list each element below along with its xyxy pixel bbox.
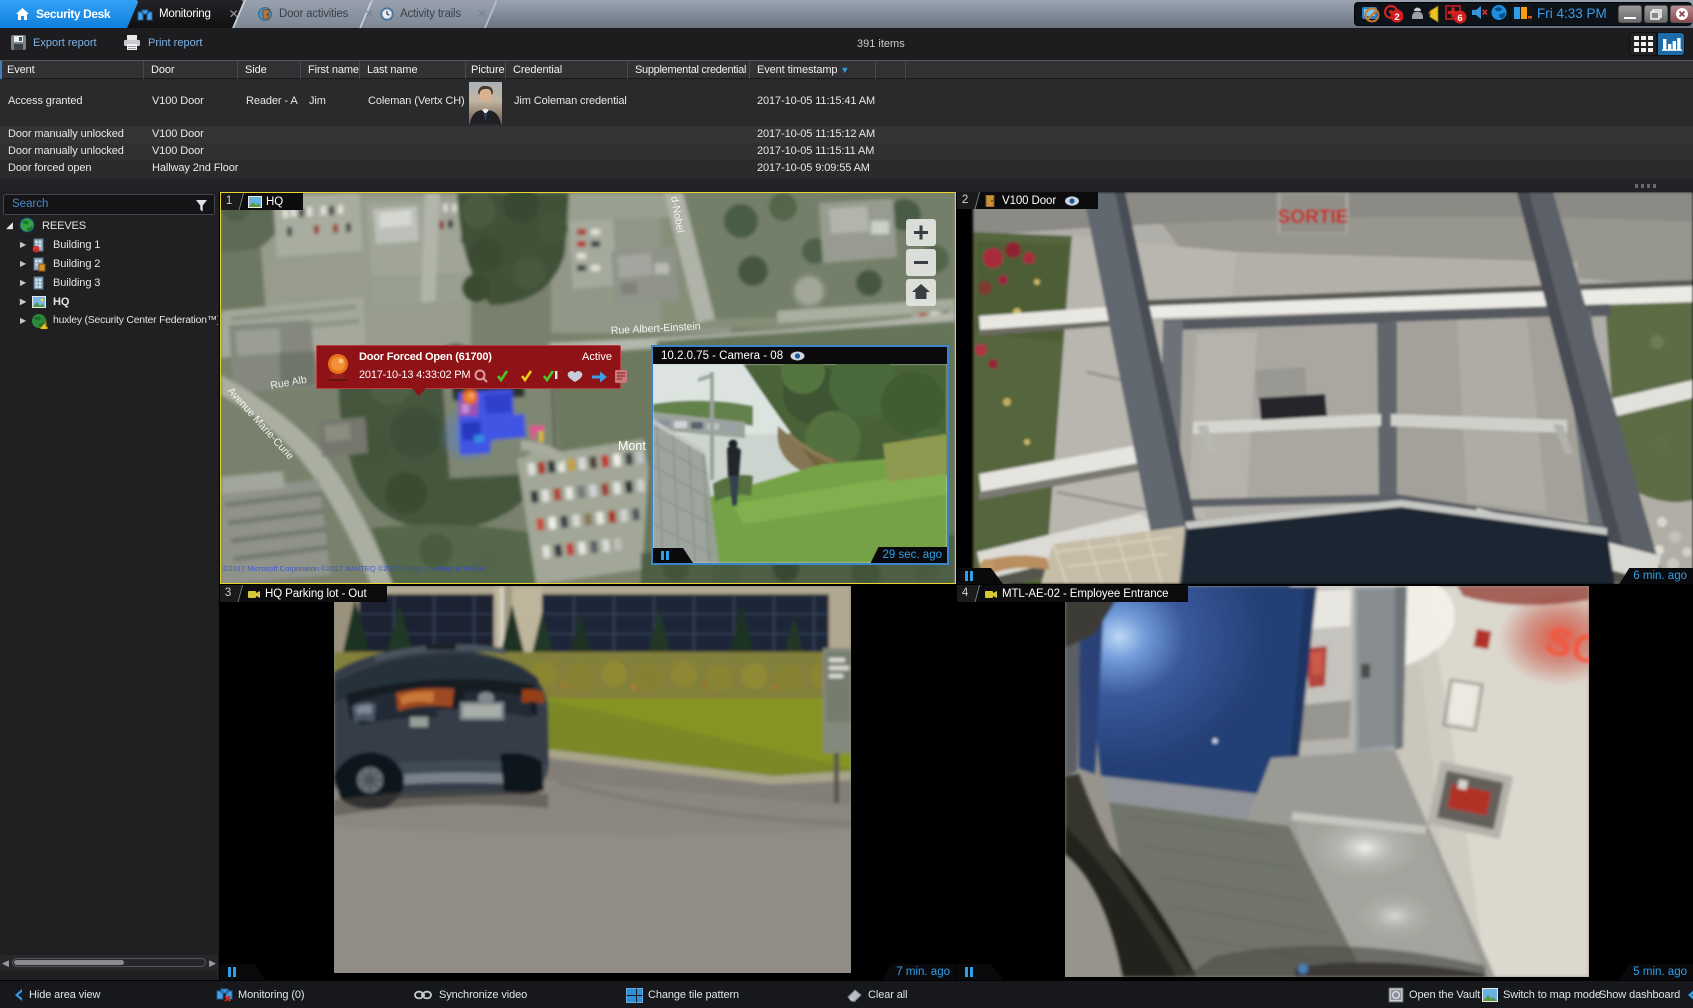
- svg-text:©2017 Microsoft Corporation ©: ©2017 Microsoft Corporation ©2017 NAVTEQ…: [223, 564, 484, 573]
- svg-text:SORTIE: SORTIE: [1278, 207, 1349, 228]
- svg-text:6: 6: [1457, 13, 1462, 24]
- svg-text:Fri 4:33 PM: Fri 4:33 PM: [1537, 6, 1607, 21]
- svg-text:Mont: Mont: [618, 439, 646, 453]
- svg-text:2: 2: [1394, 12, 1399, 23]
